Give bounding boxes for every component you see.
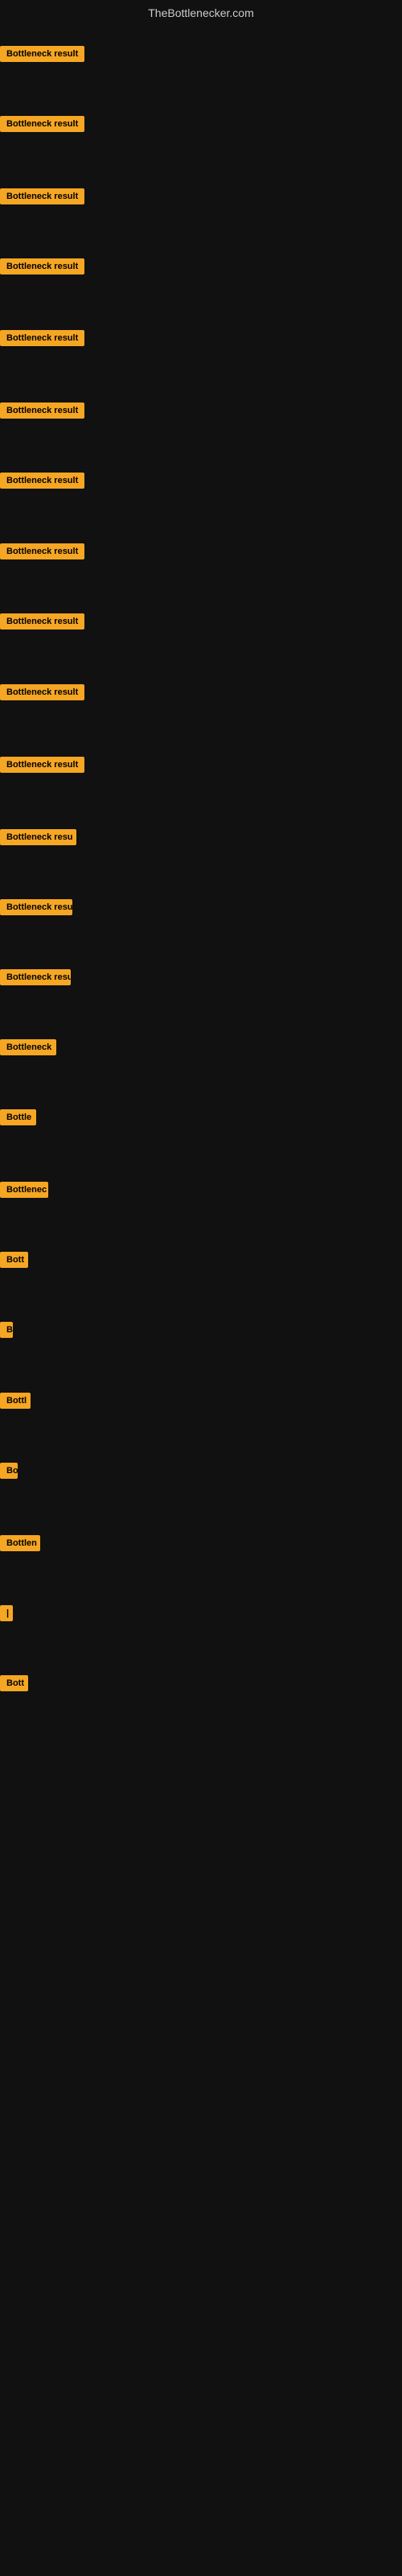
bottleneck-item: B: [0, 1322, 13, 1342]
bottleneck-badge: |: [0, 1605, 13, 1621]
bottleneck-badge: Bottleneck resu: [0, 969, 71, 985]
page-wrapper: TheBottlenecker.com: [0, 0, 402, 29]
bottleneck-item: Bo: [0, 1463, 18, 1483]
bottleneck-badge: Bott: [0, 1252, 28, 1268]
bottleneck-item: |: [0, 1605, 13, 1625]
bottleneck-item: Bottleneck resu: [0, 969, 71, 989]
bottleneck-item: Bottleneck result: [0, 757, 84, 777]
site-title: TheBottlenecker.com: [0, 0, 402, 29]
bottleneck-item: Bottleneck result: [0, 543, 84, 564]
bottleneck-badge: Bottleneck resu: [0, 829, 76, 845]
bottleneck-badge: Bottleneck result: [0, 684, 84, 700]
bottleneck-item: Bottleneck result: [0, 258, 84, 279]
bottleneck-badge: Bottleneck result: [0, 116, 84, 132]
bottleneck-item: Bottleneck result: [0, 330, 84, 350]
bottleneck-badge: Bottleneck result: [0, 46, 84, 62]
bottleneck-badge: Bottleneck result: [0, 473, 84, 489]
bottleneck-item: Bottleneck result: [0, 46, 84, 66]
bottleneck-item: Bottleneck result: [0, 684, 84, 704]
bottleneck-badge: Bott: [0, 1675, 28, 1691]
bottleneck-item: Bottlenec: [0, 1182, 48, 1202]
bottleneck-item: Bottleneck resu: [0, 899, 72, 919]
bottleneck-badge: Bottleneck resu: [0, 899, 72, 915]
bottleneck-badge: Bottlen: [0, 1535, 40, 1551]
bottleneck-item: Bott: [0, 1675, 28, 1695]
bottleneck-badge: Bottl: [0, 1393, 31, 1409]
bottleneck-item: Bottleneck result: [0, 402, 84, 423]
bottleneck-item: Bott: [0, 1252, 28, 1272]
bottleneck-badge: Bottle: [0, 1109, 36, 1125]
bottleneck-item: Bottleneck result: [0, 116, 84, 136]
bottleneck-item: Bottleneck result: [0, 188, 84, 208]
bottleneck-badge: Bo: [0, 1463, 18, 1479]
bottleneck-item: Bottleneck: [0, 1039, 56, 1059]
bottleneck-badge: Bottleneck result: [0, 543, 84, 559]
bottleneck-badge: B: [0, 1322, 13, 1338]
bottleneck-badge: Bottleneck result: [0, 188, 84, 204]
bottleneck-badge: Bottleneck: [0, 1039, 56, 1055]
bottleneck-badge: Bottleneck result: [0, 258, 84, 275]
bottleneck-item: Bottlen: [0, 1535, 40, 1555]
bottleneck-item: Bottle: [0, 1109, 36, 1129]
bottleneck-item: Bottl: [0, 1393, 31, 1413]
bottleneck-badge: Bottleneck result: [0, 613, 84, 630]
bottleneck-item: Bottleneck result: [0, 613, 84, 634]
bottleneck-badge: Bottleneck result: [0, 757, 84, 773]
bottleneck-item: Bottleneck resu: [0, 829, 76, 849]
bottleneck-item: Bottleneck result: [0, 473, 84, 493]
bottleneck-badge: Bottleneck result: [0, 402, 84, 419]
bottleneck-badge: Bottleneck result: [0, 330, 84, 346]
bottleneck-badge: Bottlenec: [0, 1182, 48, 1198]
